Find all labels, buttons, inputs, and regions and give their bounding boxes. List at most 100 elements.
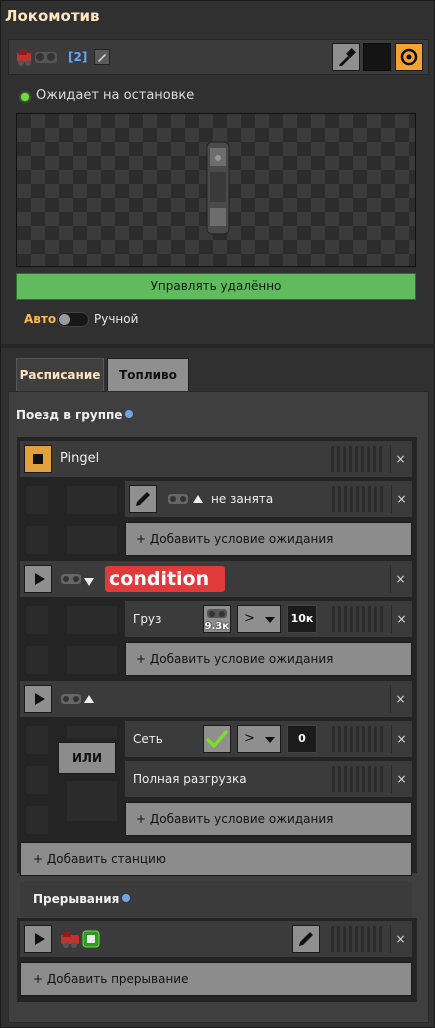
edit-interrupt-button[interactable] — [292, 925, 320, 953]
spacer — [67, 726, 117, 738]
drag-handle[interactable] — [328, 446, 384, 472]
toggle-knob — [59, 314, 70, 325]
spacer — [26, 726, 48, 754]
info-icon — [122, 894, 131, 902]
remove-condition-button[interactable]: × — [391, 485, 411, 513]
station-stop-button[interactable] — [24, 445, 52, 473]
train-group-icon — [61, 574, 81, 584]
color-swatch[interactable] — [363, 43, 391, 71]
drag-handle[interactable] — [329, 486, 385, 512]
condition-highlight-label: condition — [105, 566, 225, 592]
interrupts-heading-label: Прерывания — [33, 892, 120, 906]
pencil-icon — [299, 932, 313, 946]
locomotive-preview — [16, 113, 416, 267]
logic-or-button[interactable]: ИЛИ — [58, 742, 116, 774]
train-group-tag: [2] — [68, 50, 88, 64]
station-name: Pingel — [60, 451, 100, 466]
wait-condition-row[interactable]: Сеть > 0 × — [125, 721, 412, 757]
station-go-button[interactable] — [24, 685, 52, 713]
drag-handle[interactable] — [329, 606, 385, 632]
train-group-icon — [61, 694, 81, 704]
wait-condition-row[interactable]: Полная разгрузка × — [125, 761, 412, 797]
drag-handle[interactable] — [329, 766, 385, 792]
spacer — [26, 606, 48, 634]
cargo-item-slot[interactable]: 9.3к — [203, 605, 231, 633]
interrupt-row[interactable]: × — [20, 921, 412, 957]
remove-station-button[interactable]: × — [390, 565, 410, 593]
window-title: Локомотив — [5, 7, 100, 25]
pencil-icon — [136, 492, 150, 506]
spacer — [67, 526, 117, 554]
tab-fuel[interactable]: Топливо — [107, 358, 189, 392]
arrow-down-icon — [84, 575, 94, 590]
add-wait-condition-button[interactable]: + Добавить условие ожидания — [125, 642, 412, 676]
remove-station-button[interactable]: × — [390, 445, 410, 473]
remove-interrupt-button[interactable]: × — [390, 925, 410, 953]
interrupts-heading: Прерывания — [33, 892, 131, 906]
train-group-icon — [207, 609, 227, 618]
condition-value[interactable]: 0 — [287, 725, 317, 753]
checkmark-icon — [206, 730, 228, 748]
condition-label: Полная разгрузка — [133, 772, 247, 786]
condition-value[interactable]: 10к — [287, 605, 317, 633]
locomotive-icon — [61, 932, 79, 948]
spacer — [26, 646, 48, 674]
edit-condition-button[interactable] — [129, 485, 157, 513]
add-wait-condition-button[interactable]: + Добавить условие ожидания — [125, 802, 412, 836]
drag-handle[interactable] — [329, 726, 385, 752]
spacer — [26, 486, 48, 514]
schedule-station-row[interactable]: × — [20, 681, 412, 717]
remove-station-button[interactable]: × — [390, 685, 410, 713]
add-interrupt-button[interactable]: + Добавить прерывание — [20, 962, 412, 996]
spacer — [26, 806, 48, 834]
remove-condition-button[interactable]: × — [391, 765, 411, 793]
remove-condition-button[interactable]: × — [391, 725, 411, 753]
condition-label: Груз — [133, 612, 162, 626]
drag-handle[interactable] — [328, 926, 384, 952]
eyedropper-button[interactable] — [332, 43, 360, 71]
condition-label: Сеть — [133, 732, 163, 746]
eyedropper-icon — [339, 48, 356, 66]
comparison-dropdown[interactable]: > — [237, 605, 281, 633]
train-group-icon — [168, 494, 188, 504]
locomotive-window: Локомотив [2] Ожидает на остановке Управ… — [0, 0, 435, 1028]
group-heading-label: Поезд в группе — [16, 408, 123, 422]
condition-text: не занята — [211, 492, 274, 506]
train-preview-image — [206, 141, 230, 235]
tab-schedule[interactable]: Расписание — [16, 358, 104, 392]
spacer — [26, 526, 48, 554]
locomotive-icon — [17, 50, 57, 66]
edit-icon — [98, 54, 106, 62]
schedule-settings-button[interactable] — [395, 43, 423, 71]
gear-icon — [400, 48, 418, 66]
mode-manual-label: Ручной — [94, 312, 139, 326]
info-icon — [125, 410, 134, 418]
interrupt-go-button[interactable] — [24, 925, 52, 953]
comparison-dropdown[interactable]: > — [237, 725, 281, 753]
mode-auto-label: Авто — [24, 312, 57, 326]
station-go-button[interactable] — [24, 565, 52, 593]
fuel-signal-icon — [82, 930, 100, 948]
spacer — [67, 486, 117, 514]
wait-condition-row[interactable]: Груз 9.3к > 10к × — [125, 601, 412, 637]
add-wait-condition-button[interactable]: + Добавить условие ожидания — [125, 522, 412, 556]
auto-manual-toggle[interactable] — [57, 312, 89, 327]
remote-control-button[interactable]: Управлять удалённо — [16, 273, 416, 300]
item-count: 9.3к — [204, 621, 229, 632]
wait-condition-row[interactable]: не занята × — [125, 481, 412, 517]
group-heading: Поезд в группе — [16, 408, 134, 422]
arrow-up-icon — [84, 692, 94, 707]
signal-slot[interactable] — [203, 725, 231, 753]
status-indicator — [21, 93, 29, 101]
edit-group-button[interactable] — [94, 49, 110, 65]
spacer — [26, 766, 48, 794]
spacer — [67, 781, 117, 821]
remove-condition-button[interactable]: × — [391, 605, 411, 633]
status-text: Ожидает на остановке — [36, 88, 195, 103]
spacer — [67, 646, 117, 674]
section-divider — [1, 344, 435, 348]
arrow-up-icon — [193, 492, 203, 507]
add-station-button[interactable]: + Добавить станцию — [20, 842, 412, 876]
locomotive-toolbar: [2] — [8, 39, 429, 75]
schedule-station-row[interactable]: Pingel × — [20, 441, 412, 477]
